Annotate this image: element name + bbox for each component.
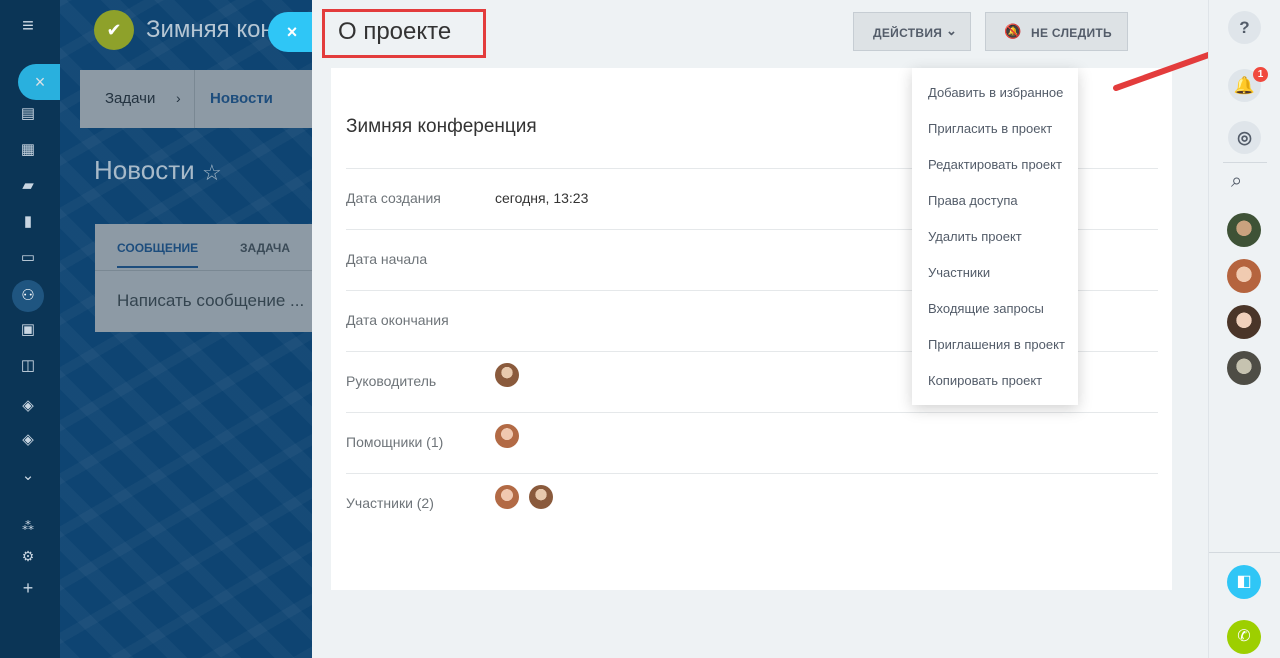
gear-icon[interactable]: ⚙ — [18, 546, 38, 566]
field-value: сегодня, 13:23 — [495, 190, 589, 206]
field-label: Дата окончания — [346, 312, 449, 328]
avatar[interactable] — [1227, 351, 1261, 385]
actions-button-label: ДЕЙСТВИЯ — [873, 26, 943, 40]
help-icon[interactable]: ? — [1228, 11, 1261, 44]
actions-dropdown: Добавить в избранное Пригласить в проект… — [912, 68, 1078, 405]
close-tab-icon[interactable]: × — [18, 64, 62, 100]
project-logo-icon: ✔ — [94, 10, 134, 50]
menu-item[interactable]: Редактировать проект — [928, 157, 1062, 172]
right-sidebar: ? 🔔 1 ◎ ⌕ ◧ ✆ — [1208, 0, 1280, 658]
plus-icon[interactable]: + — [18, 578, 38, 598]
open-lines-icon[interactable]: ◧ — [1227, 565, 1261, 599]
star-icon[interactable]: ☆ — [202, 160, 222, 186]
tab-task[interactable]: ЗАДАЧА — [240, 241, 290, 255]
structure-icon[interactable]: ⁂ — [18, 516, 38, 536]
avatar[interactable] — [1227, 213, 1261, 247]
avatar[interactable] — [495, 363, 519, 387]
menu-item[interactable]: Добавить в избранное — [928, 85, 1063, 100]
left-nav-rail: ≡ × ▤ ▦ ▰ ▮ ▭ ⚇ ▣ ◫ ◈ ◈ ⌄ ⁂ ⚙ + — [0, 0, 62, 658]
avatar[interactable] — [495, 424, 519, 448]
nav-divider — [194, 70, 195, 128]
muted-bell-icon: 🔕 — [1004, 23, 1022, 39]
field-label: Помощники (1) — [346, 434, 444, 450]
box-icon[interactable]: ◈ — [18, 396, 38, 416]
actions-button[interactable]: ДЕЙСТВИЯ ⌄ — [853, 12, 971, 51]
menu-item[interactable]: Входящие запросы — [928, 301, 1044, 316]
calendar-icon[interactable]: ▦ — [18, 140, 38, 160]
composer-card: СООБЩЕНИЕ ЗАДАЧА Написать сообщение ... — [95, 224, 312, 332]
divider — [95, 270, 312, 271]
menu-item[interactable]: Копировать проект — [928, 373, 1042, 388]
composer-input[interactable]: Написать сообщение ... — [117, 291, 304, 311]
tab-underline — [117, 266, 198, 268]
chevron-down-icon: ⌄ — [946, 23, 958, 38]
field-label: Руководитель — [346, 373, 437, 389]
menu-item[interactable]: Пригласить в проект — [928, 121, 1052, 136]
field-label: Участники (2) — [346, 495, 434, 511]
feed-icon[interactable]: ▤ — [18, 104, 38, 124]
avatar[interactable] — [1227, 305, 1261, 339]
box2-icon[interactable]: ◈ — [18, 430, 38, 450]
project-title: Зимняя кон — [146, 16, 274, 43]
notifications-badge: 1 — [1253, 67, 1268, 82]
documents-icon[interactable]: ▮ — [18, 212, 38, 232]
project-nav: Задачи › Новости — [80, 70, 312, 128]
divider — [1209, 552, 1280, 553]
avatar[interactable] — [495, 485, 519, 509]
background-page: ✔ Зимняя кон Задачи › Новости Новости ☆ … — [60, 0, 312, 658]
menu-icon[interactable]: ≡ — [18, 16, 38, 36]
video-icon[interactable]: ◫ — [18, 356, 38, 376]
unfollow-button[interactable]: 🔕 НЕ СЛЕДИТЬ — [985, 12, 1128, 51]
field-row: Участники (2) — [346, 473, 1158, 534]
nav-chevron-icon: › — [176, 90, 181, 106]
drive-icon[interactable]: ▭ — [18, 248, 38, 268]
divider — [1223, 162, 1267, 163]
chat-bubble-icon[interactable]: ◎ — [1228, 121, 1261, 154]
groups-icon[interactable]: ⚇ — [18, 286, 38, 306]
field-label: Дата начала — [346, 251, 428, 267]
menu-item[interactable]: Удалить проект — [928, 229, 1022, 244]
panel-title: О проекте — [338, 18, 452, 45]
field-label: Дата создания — [346, 190, 441, 206]
page-title: Новости — [94, 155, 195, 185]
search-icon[interactable]: ⌕ — [1231, 170, 1242, 193]
unfollow-button-label: НЕ СЛЕДИТЬ — [1031, 26, 1112, 40]
nav-tasks[interactable]: Задачи — [105, 90, 155, 107]
nav-news[interactable]: Новости — [210, 90, 273, 107]
menu-item[interactable]: Приглашения в проект — [928, 337, 1065, 352]
tab-message[interactable]: СООБЩЕНИЕ — [117, 241, 198, 255]
chevron-down-icon[interactable]: ⌄ — [18, 466, 38, 486]
field-row: Помощники (1) — [346, 412, 1158, 473]
project-name: Зимняя конференция — [346, 116, 537, 137]
chat-icon[interactable]: ▰ — [18, 176, 38, 196]
menu-item[interactable]: Права доступа — [928, 193, 1018, 208]
avatar[interactable] — [1227, 259, 1261, 293]
browser-icon[interactable]: ▣ — [18, 320, 38, 340]
phone-icon[interactable]: ✆ — [1227, 620, 1261, 654]
menu-item[interactable]: Участники — [928, 265, 990, 280]
close-slider-button[interactable]: × — [268, 12, 316, 52]
avatar[interactable] — [529, 485, 553, 509]
